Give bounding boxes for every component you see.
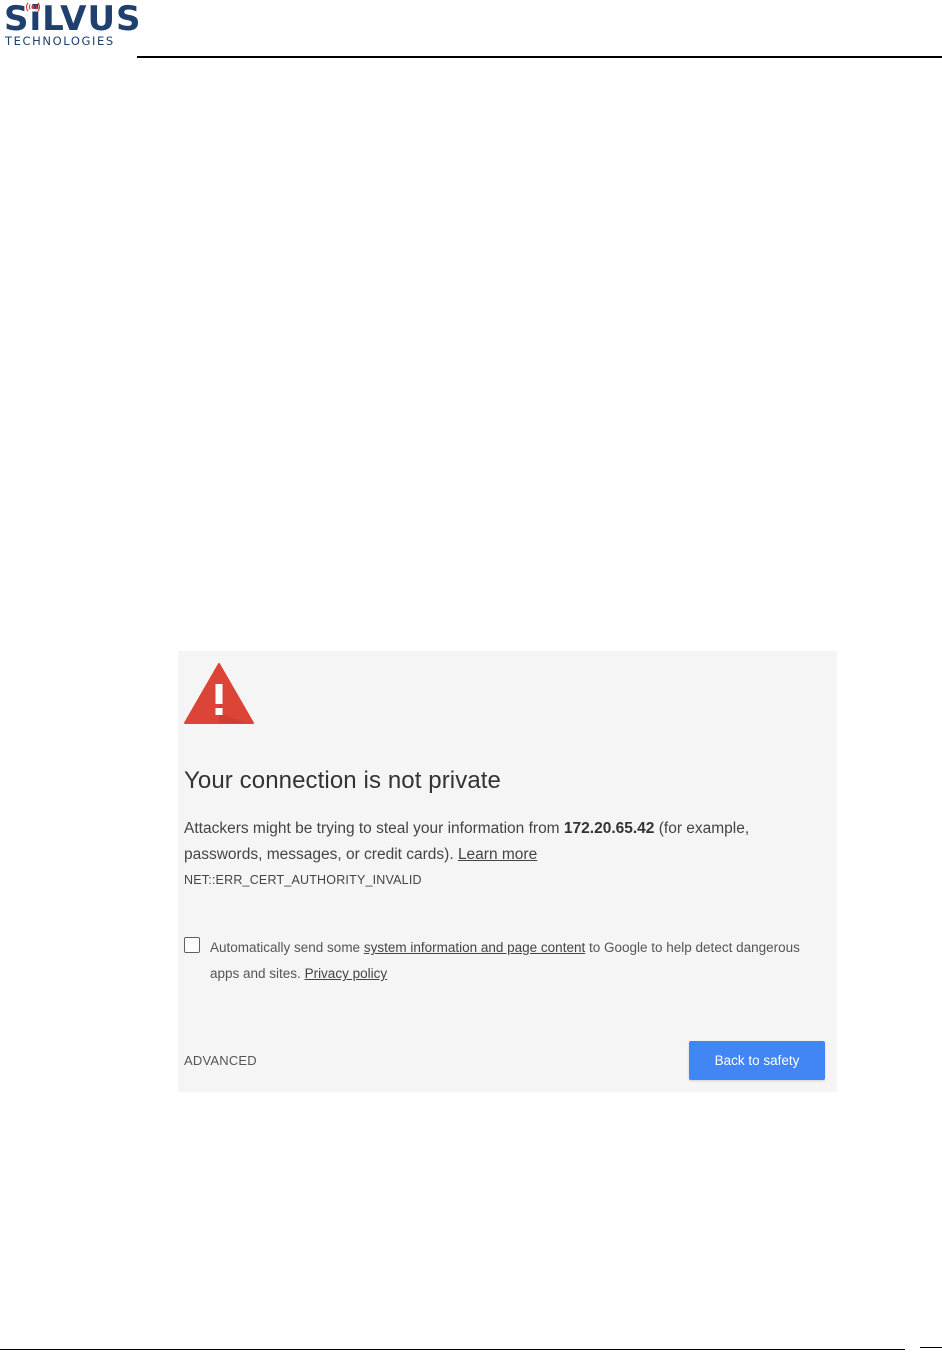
footer-page-mark (920, 1347, 942, 1348)
checkbox-text-before: Automatically send some (210, 940, 364, 955)
back-to-safety-button[interactable]: Back to safety (689, 1041, 825, 1080)
page-heading: Your connection is not private (184, 767, 501, 794)
warning-description: Attackers might be trying to steal your … (184, 816, 804, 868)
warning-triangle-icon (184, 663, 254, 724)
signal-icon (26, 2, 40, 12)
privacy-policy-link[interactable]: Privacy policy (305, 966, 388, 981)
send-info-checkbox[interactable] (184, 937, 200, 953)
error-code: NET::ERR_CERT_AUTHORITY_INVALID (184, 873, 422, 887)
system-info-link[interactable]: system information and page content (364, 940, 585, 955)
host-address: 172.20.65.42 (563, 820, 655, 837)
privacy-warning-screenshot: Your connection is not private Attackers… (178, 651, 837, 1092)
header-divider (137, 56, 942, 58)
silvus-logo: SiLVUS TECHNOLOGIES (4, 2, 141, 48)
description-prefix: Attackers might be trying to steal your … (184, 820, 564, 837)
checkbox-label: Automatically send some system informati… (210, 935, 800, 987)
footer-divider (0, 1349, 905, 1350)
logo-subtitle: TECHNOLOGIES (5, 34, 115, 48)
advanced-button[interactable]: ADVANCED (184, 1053, 257, 1068)
logo-wordmark: SiLVUS (4, 2, 142, 36)
learn-more-link[interactable]: Learn more (458, 846, 537, 863)
